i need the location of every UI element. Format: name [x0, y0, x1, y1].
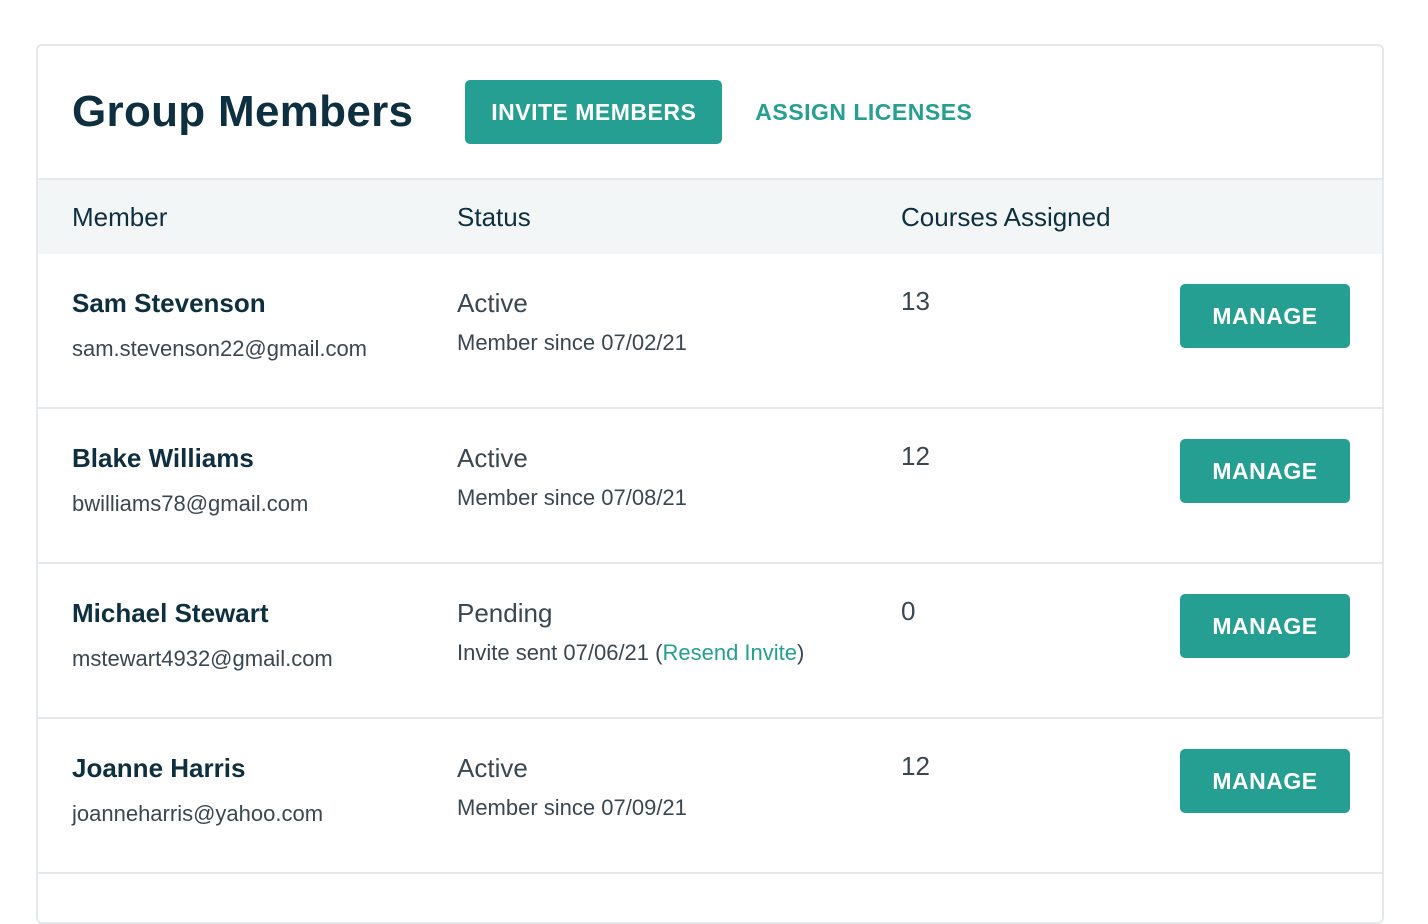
manage-button[interactable]: MANAGE	[1180, 284, 1350, 348]
table-row: Michael Stewart mstewart4932@gmail.com P…	[38, 564, 1382, 719]
status-detail-text: Member since 07/02/21	[457, 330, 687, 355]
member-name: Joanne Harris	[72, 753, 246, 783]
member-name: Blake Williams	[72, 443, 254, 473]
manage-button[interactable]: MANAGE	[1180, 594, 1350, 658]
table-row: Joanne Harris joanneharris@yahoo.com Act…	[38, 719, 1382, 874]
courses-assigned-count: 12	[901, 751, 930, 781]
status-detail-text: Member since 07/09/21	[457, 795, 687, 820]
column-header-courses-assigned: Courses Assigned	[901, 202, 1111, 232]
member-email: bwilliams78@gmail.com	[72, 491, 309, 516]
manage-button[interactable]: MANAGE	[1180, 439, 1350, 503]
column-header-member: Member	[72, 202, 168, 232]
courses-assigned-count: 12	[901, 441, 930, 471]
member-status-detail: Invite sent 07/06/21 (Resend Invite)	[457, 640, 804, 666]
status-detail-text: Member since 07/08/21	[457, 485, 687, 510]
courses-assigned-count: 0	[901, 596, 916, 626]
member-status: Active	[457, 753, 528, 783]
member-status: Pending	[457, 598, 553, 628]
member-status-detail: Member since 07/08/21	[457, 485, 687, 511]
member-email: joanneharris@yahoo.com	[72, 801, 324, 826]
card-header: Group Members INVITE MEMBERS ASSIGN LICE…	[38, 46, 1382, 180]
table-header: Member Status Courses Assigned	[38, 180, 1382, 254]
assign-licenses-button[interactable]: ASSIGN LICENSES	[755, 99, 972, 126]
group-members-card: Group Members INVITE MEMBERS ASSIGN LICE…	[36, 44, 1384, 924]
courses-assigned-count: 13	[901, 286, 930, 316]
status-detail-suffix: )	[797, 640, 805, 665]
resend-invite-link[interactable]: Resend Invite	[662, 640, 797, 665]
column-header-status: Status	[457, 202, 531, 232]
member-status-detail: Member since 07/09/21	[457, 795, 687, 821]
member-status-detail: Member since 07/02/21	[457, 330, 687, 356]
member-email: mstewart4932@gmail.com	[72, 646, 333, 671]
invite-members-button[interactable]: INVITE MEMBERS	[465, 80, 723, 144]
member-email: sam.stevenson22@gmail.com	[72, 336, 368, 361]
member-name: Michael Stewart	[72, 598, 269, 628]
member-name: Sam Stevenson	[72, 288, 266, 318]
table-row: Blake Williams bwilliams78@gmail.com Act…	[38, 409, 1382, 564]
page-title: Group Members	[72, 87, 414, 136]
manage-button[interactable]: MANAGE	[1180, 749, 1350, 813]
member-status: Active	[457, 288, 528, 318]
member-status: Active	[457, 443, 528, 473]
table-row: Sam Stevenson sam.stevenson22@gmail.com …	[38, 254, 1382, 409]
status-detail-text: Invite sent 07/06/21 (	[457, 640, 663, 665]
